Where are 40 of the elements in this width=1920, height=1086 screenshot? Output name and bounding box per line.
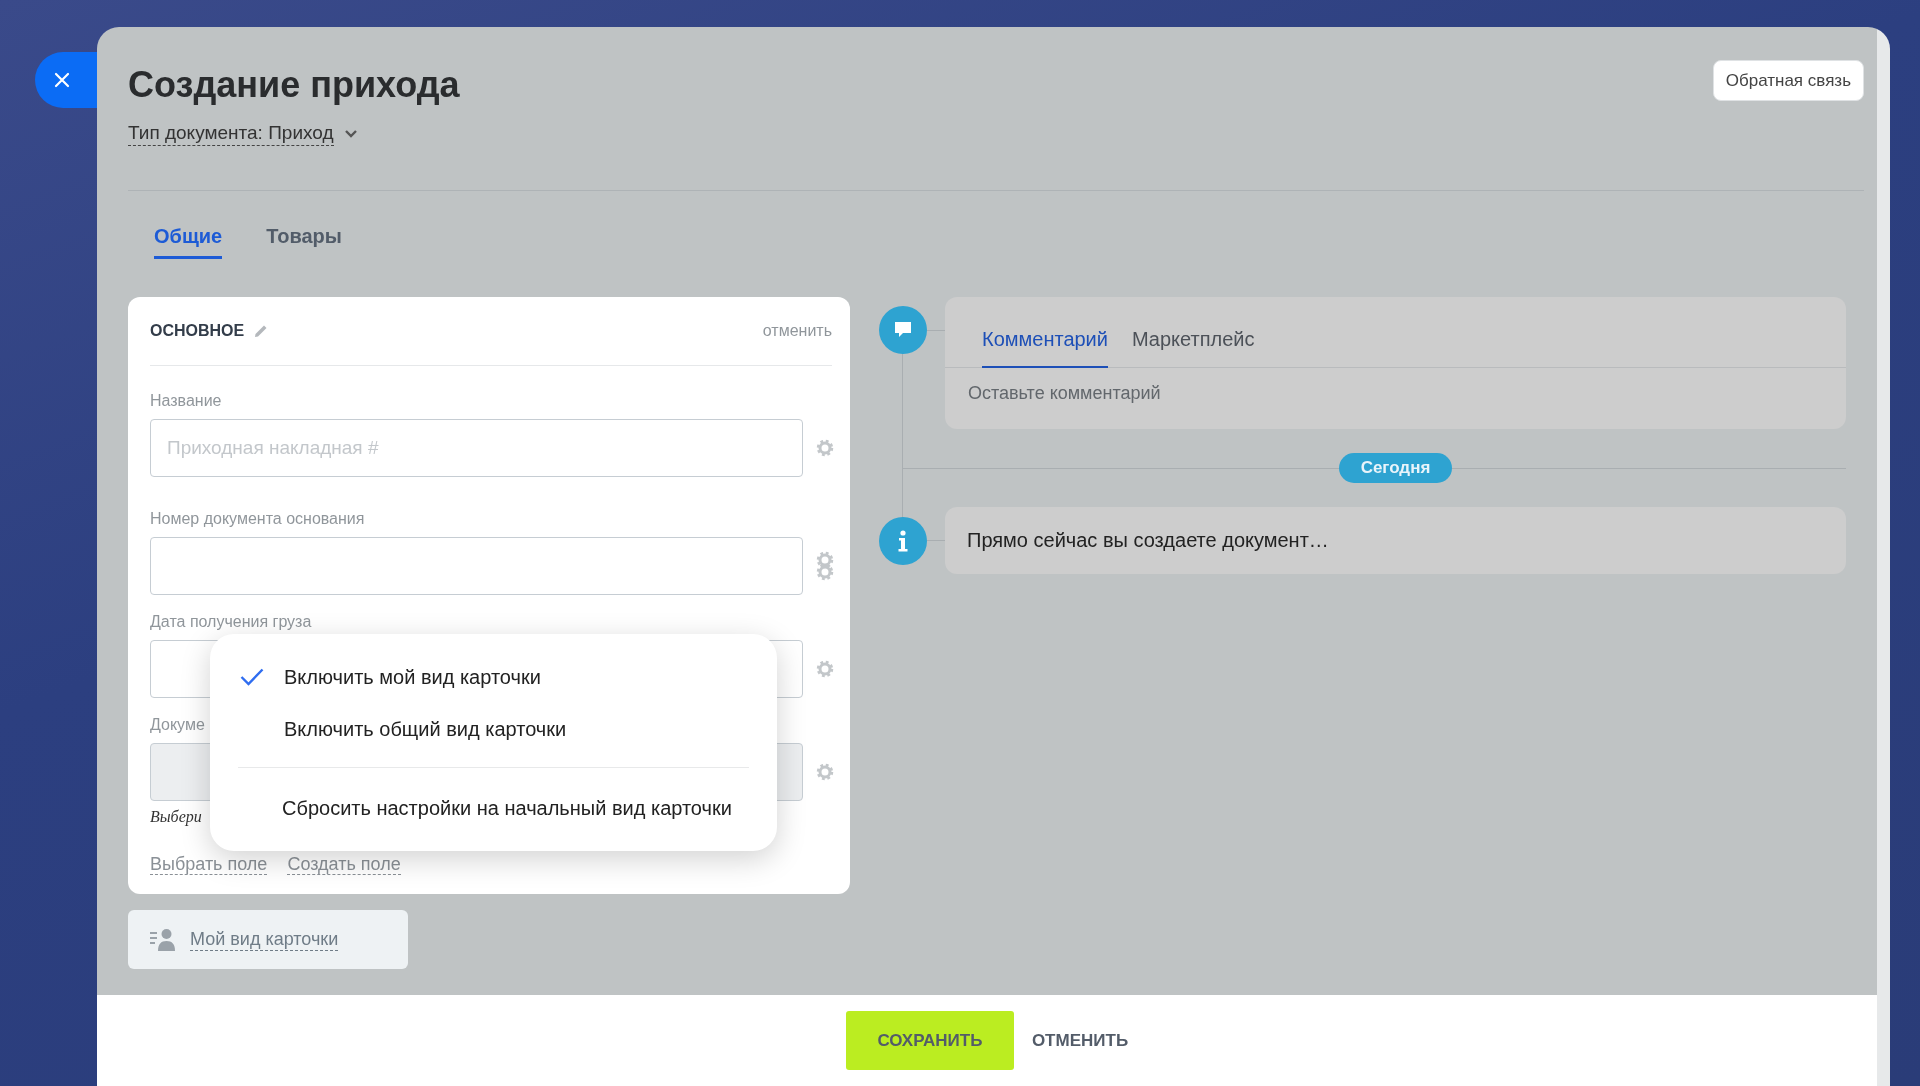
cancel-link[interactable]: отменить [762,322,832,340]
date-badge: Сегодня [1338,453,1453,483]
feedback-button[interactable]: Обратная связь [1712,60,1864,101]
page-title: Создание прихода [128,63,460,107]
field-label: Номер документа основания [150,509,365,529]
field-label: Докуме [150,715,205,735]
menu-item[interactable]: Включить мой вид карточки [238,651,749,703]
field-link[interactable]: Выбрать поле [150,854,268,875]
composer-tab[interactable]: Маркетплейс [1131,328,1255,368]
cancel-button[interactable]: ОТМЕНИТЬ [1031,1011,1129,1070]
user-list-icon [150,927,178,952]
info-icon [879,516,927,565]
input-field[interactable] [150,537,803,595]
gear-icon[interactable] [816,660,834,678]
pencil-icon[interactable] [254,324,269,338]
document-type-selector[interactable]: Тип документа: Приход [128,121,334,146]
comment-icon [879,306,927,354]
card-view-button[interactable]: Мой вид карточки [128,910,408,969]
tab[interactable]: Товары [266,219,342,259]
gears-icon[interactable] [816,551,834,581]
composer-tab[interactable]: Комментарий [982,328,1108,368]
section-title: ОСНОВНОЕ [150,322,245,340]
timeline-entry: Прямо сейчас вы создаете документ… [945,507,1846,574]
tab[interactable]: Общие [154,219,223,259]
checkmark-icon [240,668,264,686]
chevron-down-icon [343,128,358,139]
field-link[interactable]: Создать поле [287,854,401,875]
gear-icon[interactable] [816,763,834,781]
scrollbar[interactable] [1877,27,1890,1086]
field-label: Название [150,391,222,411]
menu-item[interactable]: Включить общий вид карточки [238,703,749,755]
save-button[interactable]: СОХРАНИТЬ [845,1011,1014,1070]
field-hint: Выбери [150,808,202,826]
close-button[interactable] [35,52,97,108]
gear-icon[interactable] [816,439,834,457]
menu-item[interactable]: Сбросить настройки на начальный вид карточки [238,782,749,834]
input-field[interactable]: Приходная накладная # [150,419,803,477]
field-label: Дата получения груза [150,612,312,632]
comment-field[interactable]: Оставьте комментарий [968,378,1568,408]
close-icon [54,72,70,88]
